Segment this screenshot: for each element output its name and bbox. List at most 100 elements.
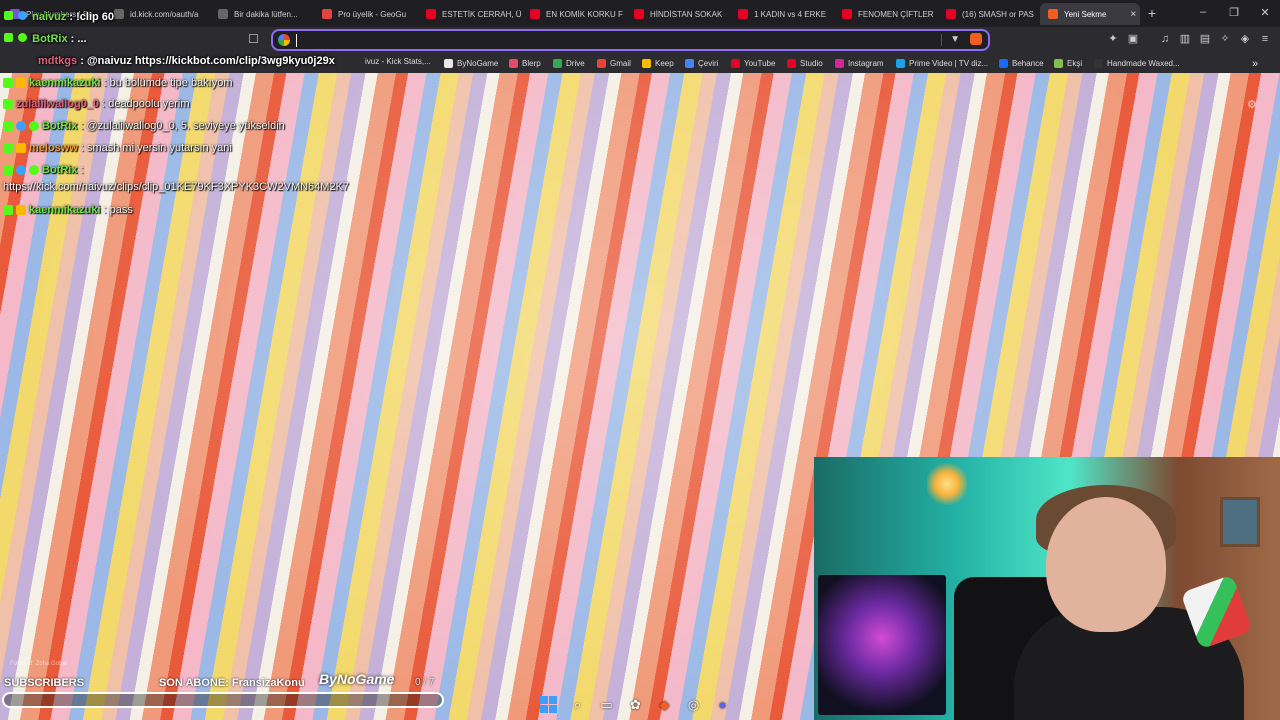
chat-line: melosww : smash mi yersin yutarsın yani <box>3 142 232 154</box>
wall-poster <box>818 575 946 715</box>
bookmark-item[interactable]: Çeviri <box>685 57 718 70</box>
kick-badge-icon <box>3 78 13 88</box>
chat-clip-link[interactable]: https://kick.com/naivuz/clips/clip_01KE7… <box>3 181 349 193</box>
obs-icon[interactable]: ◎ <box>685 696 702 713</box>
tab-favicon-icon <box>114 9 124 19</box>
bookmark-item[interactable]: ByNoGame <box>444 57 498 70</box>
brave-browser-icon[interactable]: ◆ <box>656 696 673 713</box>
tab-2[interactable]: id.kick.com/oauth/a <box>106 3 210 25</box>
chat-line: kaenmikazuki : bu bölümde tipe bakıyom <box>3 77 233 89</box>
chat-separator: : <box>103 77 107 89</box>
tab-9[interactable]: FENOMEN ÇİFTLER <box>834 3 938 25</box>
windows-start-icon[interactable] <box>540 695 557 713</box>
bookmark-favicon-icon <box>642 59 651 68</box>
menu-icon[interactable]: ≡ <box>1258 32 1272 46</box>
bookmarks-more-button[interactable]: » <box>1252 57 1258 70</box>
bookmark-item[interactable]: YouTube <box>731 57 775 70</box>
bookmark-favicon-icon <box>553 59 562 68</box>
bookmark-item[interactable]: Blerp <box>509 57 541 70</box>
wallet-icon[interactable]: ▤ <box>1198 32 1212 46</box>
bookmark-favicon-icon <box>685 59 694 68</box>
chat-message: deadpoolu yerim <box>108 98 190 110</box>
kick-badge-icon <box>3 143 13 153</box>
chat-username: BotRix <box>42 164 78 176</box>
tab-7[interactable]: HİNDİSTAN SOKAK <box>626 3 730 25</box>
bookmark-icon[interactable]: ☐ <box>248 32 259 46</box>
chat-message: bu bölümde tipe bakıyom <box>109 77 233 89</box>
tab-8[interactable]: 1 KADIN vs 4 ERKE <box>730 3 834 25</box>
chat-separator: : <box>80 142 84 154</box>
tab-label: Yeni Sekme <box>1064 9 1107 19</box>
chat-line: kaenmikazuki : pass <box>3 204 133 216</box>
new-tab-button[interactable]: + <box>1144 5 1160 21</box>
tab-4[interactable]: Pro üyelik - GeoGu <box>314 3 418 25</box>
bookmark-item[interactable]: Ekşi <box>1054 57 1082 70</box>
bot-badge-icon <box>29 165 39 175</box>
verified-badge-icon <box>18 11 28 20</box>
sub-badge-icon <box>16 143 26 153</box>
gear-icon[interactable]: ⚙ <box>1247 98 1257 111</box>
bookmark-favicon-icon <box>999 59 1008 68</box>
address-bar[interactable]: ▼ <box>271 29 990 51</box>
minimize-button[interactable]: – <box>1196 6 1210 18</box>
sidebar-icon[interactable]: ▥ <box>1178 32 1192 46</box>
overlay-chat-tail: ivuz - Kick Stats,... <box>365 57 431 66</box>
tab-favicon-icon <box>322 9 332 19</box>
bookmark-item[interactable]: Studio <box>787 57 823 70</box>
chatgpt-icon[interactable]: ✿ <box>627 696 644 713</box>
tab-5[interactable]: ESTETİK CERRAH, Ü <box>418 3 522 25</box>
media-icon[interactable]: ♫ <box>1158 32 1172 46</box>
browser-toolbar: ☐ ▼ ✦ ▣ ♫ ▥ ▤ ✧ ◈ ≡ <box>0 27 1280 53</box>
bookmark-favicon-icon <box>731 59 740 68</box>
webcam-feed <box>814 457 1280 720</box>
kick-badge-icon <box>3 165 13 175</box>
bookmark-favicon-icon <box>787 59 796 68</box>
tab-label: Bir dakika lütfen... <box>234 9 298 19</box>
close-window-button[interactable]: ✕ <box>1258 6 1272 19</box>
omnibox-divider <box>941 34 942 46</box>
bookmark-item[interactable]: Keep <box>642 57 674 70</box>
task-view-icon[interactable]: ▭ <box>598 696 615 713</box>
tab-6[interactable]: EN KOMİK KORKU F <box>522 3 626 25</box>
text-cursor <box>296 34 297 47</box>
brave-rewards-icon[interactable] <box>970 33 982 45</box>
chat-message: smash mi yersin yutarsın yani <box>86 142 232 154</box>
wall-frame <box>1220 497 1260 547</box>
tab-active[interactable]: Yeni Sekme × <box>1040 3 1140 25</box>
close-icon[interactable]: × <box>1130 9 1136 20</box>
bookmark-item[interactable]: Behance <box>999 57 1044 70</box>
bookmark-item[interactable]: Handmade Waxed... <box>1094 57 1180 70</box>
bookmark-favicon-icon <box>509 59 518 68</box>
tab-favicon-icon <box>218 9 228 19</box>
bookmark-favicon-icon <box>444 59 453 68</box>
overlay-chat-line-3: mdtkgs : @naivuz https://kickbot.com/cli… <box>38 55 335 67</box>
chat-message: : @naivuz https://kickbot.com/clip/3wg9k… <box>80 55 335 67</box>
search-icon[interactable]: ⌕ <box>569 696 586 713</box>
bot-badge-icon <box>18 33 28 42</box>
brave-favicon-icon <box>1048 9 1058 19</box>
restore-button[interactable]: ❐ <box>1227 6 1241 19</box>
screenshot-icon[interactable]: ▣ <box>1126 32 1140 46</box>
discord-icon[interactable]: ● <box>714 696 731 713</box>
tab-label: id.kick.com/oauth/a <box>130 9 199 19</box>
bookmark-item[interactable]: Instagram <box>835 57 884 70</box>
tab-3[interactable]: Bir dakika lütfen... <box>210 3 314 25</box>
tab-label: ESTETİK CERRAH, Ü <box>442 9 522 19</box>
leo-ai-icon[interactable]: ✧ <box>1218 32 1232 46</box>
overlay-chat-line-1: naivuz : !clip 60 <box>4 11 114 23</box>
bookmark-item[interactable]: Gmail <box>597 57 631 70</box>
bookmark-item[interactable]: Prime Video | TV diz... <box>896 57 988 70</box>
subscriber-counter: 0 / 7 <box>415 677 435 688</box>
bookmark-favicon-icon <box>1054 59 1063 68</box>
last-subscriber: SON ABONE: FransizaKonu <box>159 677 305 689</box>
tab-favicon-icon <box>530 9 540 19</box>
tab-10[interactable]: (16) SMASH or PAS <box>938 3 1038 25</box>
brave-shield-icon[interactable]: ▼ <box>950 34 960 45</box>
extensions-icon[interactable]: ✦ <box>1106 32 1120 46</box>
tab-label: HİNDİSTAN SOKAK <box>650 9 723 19</box>
vpn-icon[interactable]: ◈ <box>1238 32 1252 46</box>
tab-strip: Play Numbers | Sa id.kick.com/oauth/a Bi… <box>0 0 1280 27</box>
bot-badge-icon <box>29 121 39 131</box>
tab-label: (16) SMASH or PAS <box>962 9 1034 19</box>
bookmark-item[interactable]: Drive <box>553 57 585 70</box>
